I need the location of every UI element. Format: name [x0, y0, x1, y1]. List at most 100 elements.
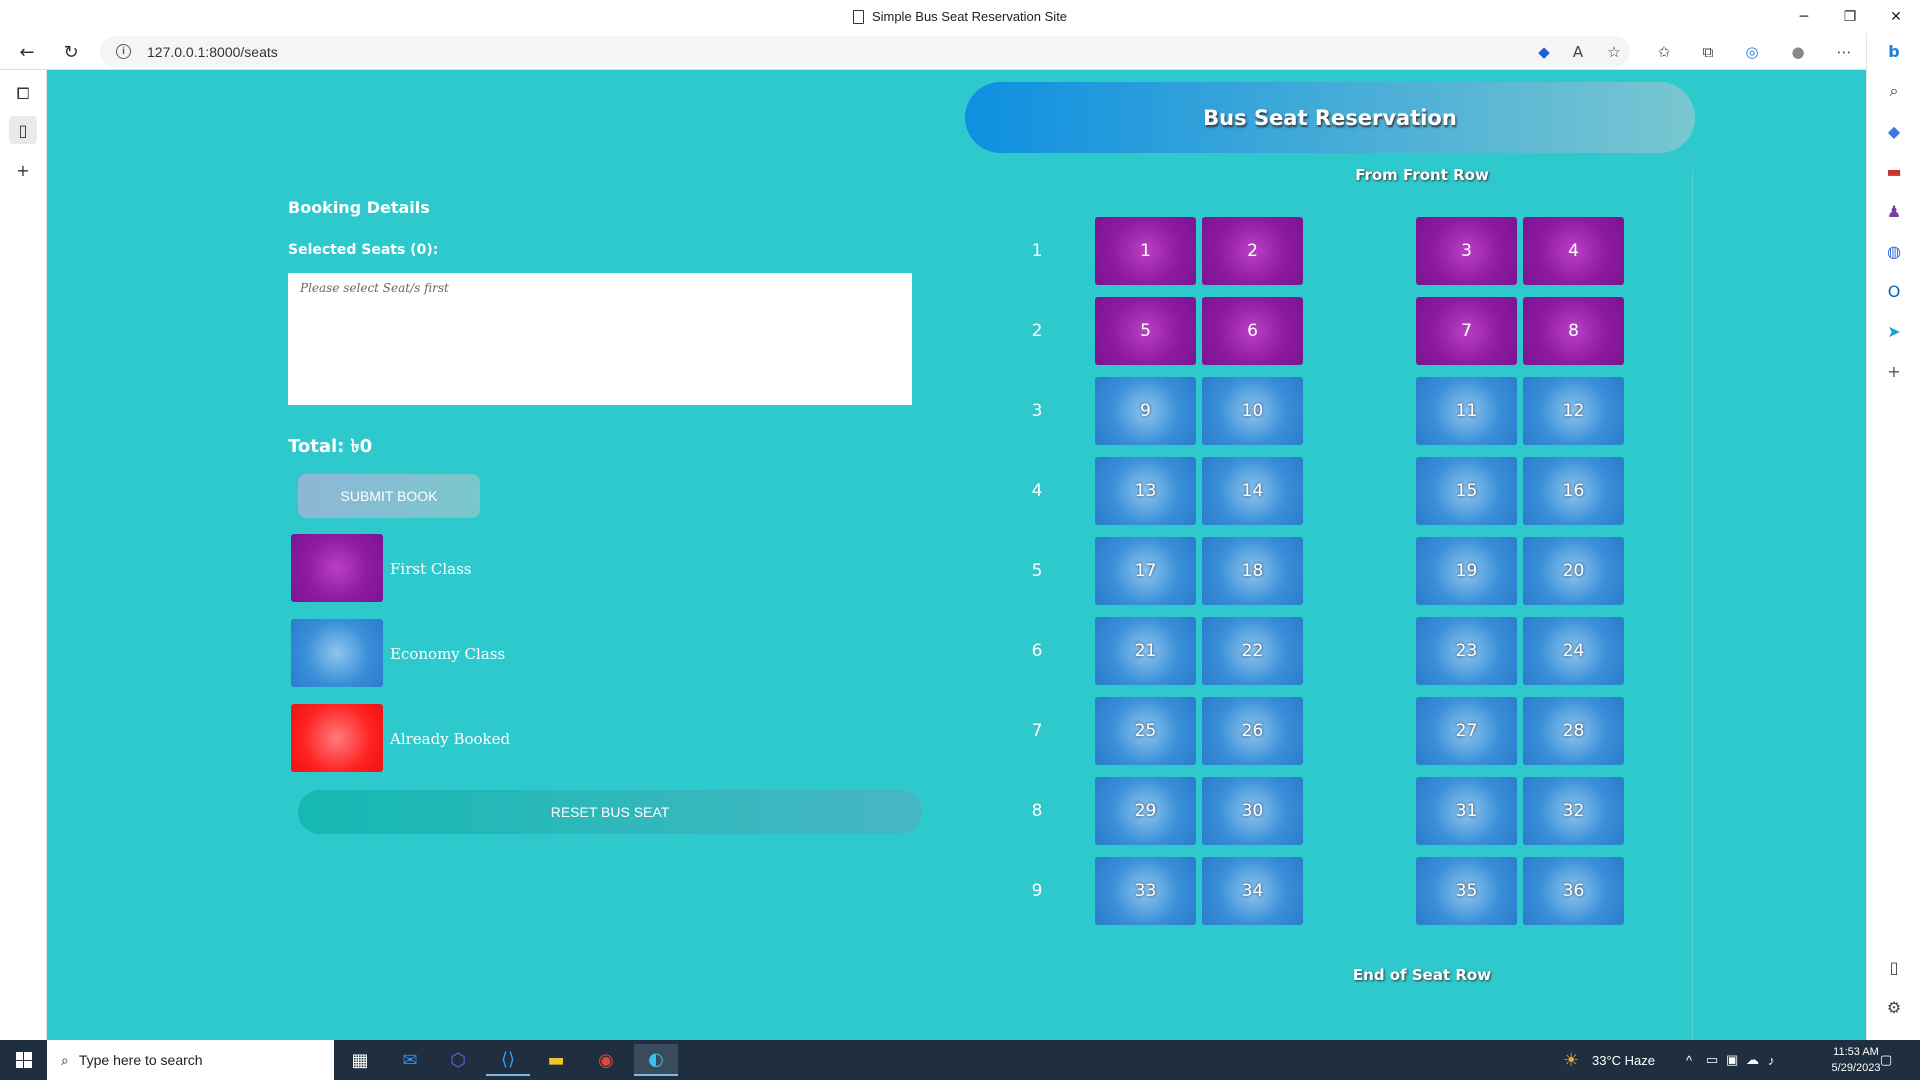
close-window-button[interactable]: ✕	[1874, 0, 1918, 33]
seat-10[interactable]: 10	[1202, 377, 1303, 445]
reset-bus-seat-button[interactable]: RESET BUS SEAT	[298, 790, 922, 834]
row-number: 5	[1031, 561, 1043, 581]
selected-seats-label: Selected Seats (0):	[288, 242, 439, 258]
chrome-icon[interactable]: ◉	[584, 1044, 628, 1076]
seat-36[interactable]: 36	[1523, 857, 1624, 925]
seat-20[interactable]: 20	[1523, 537, 1624, 605]
settings-gear-icon[interactable]: ⚙	[1882, 995, 1906, 1019]
seat-9[interactable]: 9	[1095, 377, 1196, 445]
add-sidebar-app-icon[interactable]: +	[1882, 359, 1906, 383]
economy-class-label: Economy Class	[390, 645, 506, 663]
favorites-icon[interactable]: ✩	[1652, 40, 1676, 64]
read-aloud-icon[interactable]: A	[1566, 40, 1590, 64]
onedrive-icon[interactable]: ☁	[1746, 1040, 1759, 1080]
seat-31[interactable]: 31	[1416, 777, 1517, 845]
search-icon[interactable]: ⌕	[1882, 79, 1906, 103]
seat-26[interactable]: 26	[1202, 697, 1303, 765]
seat-19[interactable]: 19	[1416, 537, 1517, 605]
more-options-icon[interactable]: ⋯	[1832, 40, 1856, 64]
site-info-icon[interactable]: i	[116, 44, 131, 59]
seat-2[interactable]: 2	[1202, 217, 1303, 285]
games-icon[interactable]: ♟	[1882, 199, 1906, 223]
weather-text[interactable]: 33°C Haze	[1592, 1040, 1655, 1080]
seat-24[interactable]: 24	[1523, 617, 1624, 685]
seat-22[interactable]: 22	[1202, 617, 1303, 685]
minimize-button[interactable]: ─	[1782, 0, 1826, 33]
outlook-icon[interactable]: O	[1882, 279, 1906, 303]
microsoft-365-icon[interactable]: ◍	[1882, 239, 1906, 263]
file-explorer-icon[interactable]: ▬	[534, 1044, 578, 1076]
tab-actions-icon[interactable]: ⧠	[9, 80, 37, 108]
search-icon: ⌕	[61, 1051, 69, 1068]
start-button[interactable]	[0, 1040, 47, 1080]
seat-8[interactable]: 8	[1523, 297, 1624, 365]
network-icon[interactable]: ▭	[1706, 1040, 1718, 1080]
page-icon	[852, 9, 864, 24]
shopping-tag-icon[interactable]: ◆	[1532, 40, 1556, 64]
edge-performance-icon[interactable]: ◎	[1740, 40, 1764, 64]
restore-button[interactable]: ❐	[1828, 0, 1872, 33]
seat-32[interactable]: 32	[1523, 777, 1624, 845]
row-number: 9	[1031, 881, 1043, 901]
seat-29[interactable]: 29	[1095, 777, 1196, 845]
seat-7[interactable]: 7	[1416, 297, 1517, 365]
add-favorite-icon[interactable]: ☆	[1602, 40, 1626, 64]
new-tab-icon[interactable]: +	[9, 156, 37, 184]
vscode-icon[interactable]: ⟨⟩	[486, 1044, 530, 1076]
sidebar-layout-icon[interactable]: ▯	[1882, 955, 1906, 979]
weather-icon[interactable]: ☀	[1563, 1040, 1579, 1080]
front-row-label: From Front Row	[1355, 166, 1489, 184]
first-class-label: First Class	[390, 560, 472, 578]
booked-swatch	[291, 704, 383, 772]
seat-1[interactable]: 1	[1095, 217, 1196, 285]
seat-28[interactable]: 28	[1523, 697, 1624, 765]
meet-now-icon[interactable]: ▣	[1726, 1040, 1738, 1080]
row-number: 2	[1031, 321, 1043, 341]
seat-30[interactable]: 30	[1202, 777, 1303, 845]
seat-17[interactable]: 17	[1095, 537, 1196, 605]
mail-icon[interactable]: ✉	[388, 1044, 432, 1076]
seat-23[interactable]: 23	[1416, 617, 1517, 685]
seat-33[interactable]: 33	[1095, 857, 1196, 925]
seat-12[interactable]: 12	[1523, 377, 1624, 445]
shopping-icon[interactable]: ◆	[1882, 119, 1906, 143]
seat-5[interactable]: 5	[1095, 297, 1196, 365]
seat-11[interactable]: 11	[1416, 377, 1517, 445]
seat-27[interactable]: 27	[1416, 697, 1517, 765]
seat-21[interactable]: 21	[1095, 617, 1196, 685]
seat-14[interactable]: 14	[1202, 457, 1303, 525]
seat-18[interactable]: 18	[1202, 537, 1303, 605]
edge-icon[interactable]: ◐	[634, 1044, 678, 1076]
seat-34[interactable]: 34	[1202, 857, 1303, 925]
taskbar-clock[interactable]: 11:53 AM 5/29/2023	[1826, 1044, 1886, 1076]
tools-icon[interactable]: ▬	[1882, 159, 1906, 183]
seat-35[interactable]: 35	[1416, 857, 1517, 925]
submit-book-button[interactable]: SUBMIT BOOK	[298, 474, 480, 518]
back-button[interactable]: ←	[12, 37, 42, 67]
seat-16[interactable]: 16	[1523, 457, 1624, 525]
bing-chat-icon[interactable]: b	[1882, 39, 1906, 63]
row-number: 7	[1031, 721, 1043, 741]
seat-13[interactable]: 13	[1095, 457, 1196, 525]
volume-icon[interactable]: ♪	[1768, 1040, 1775, 1080]
seat-25[interactable]: 25	[1095, 697, 1196, 765]
drop-icon[interactable]: ➤	[1882, 319, 1906, 343]
seat-3[interactable]: 3	[1416, 217, 1517, 285]
refresh-button[interactable]: ↻	[56, 37, 86, 67]
task-view-icon[interactable]: ▦	[338, 1044, 382, 1076]
row-number: 3	[1031, 401, 1043, 421]
profile-avatar-icon[interactable]: ●	[1786, 40, 1810, 64]
row-number: 4	[1031, 481, 1043, 501]
notifications-icon[interactable]: ▢	[1880, 1040, 1892, 1080]
current-tab-icon[interactable]: ▯	[9, 116, 37, 144]
show-hidden-icons[interactable]: ^	[1686, 1040, 1692, 1080]
collections-icon[interactable]: ⧉	[1696, 40, 1720, 64]
seat-6[interactable]: 6	[1202, 297, 1303, 365]
taskbar-search[interactable]: ⌕ Type here to search	[47, 1040, 334, 1080]
clock-time: 11:53 AM	[1833, 1046, 1879, 1058]
visual-studio-icon[interactable]: ⬡	[436, 1044, 480, 1076]
seat-4[interactable]: 4	[1523, 217, 1624, 285]
bus-seat-reservation-banner: Bus Seat Reservation	[965, 82, 1695, 153]
seat-15[interactable]: 15	[1416, 457, 1517, 525]
address-bar[interactable]: i 127.0.0.1:8000/seats	[100, 36, 1630, 67]
